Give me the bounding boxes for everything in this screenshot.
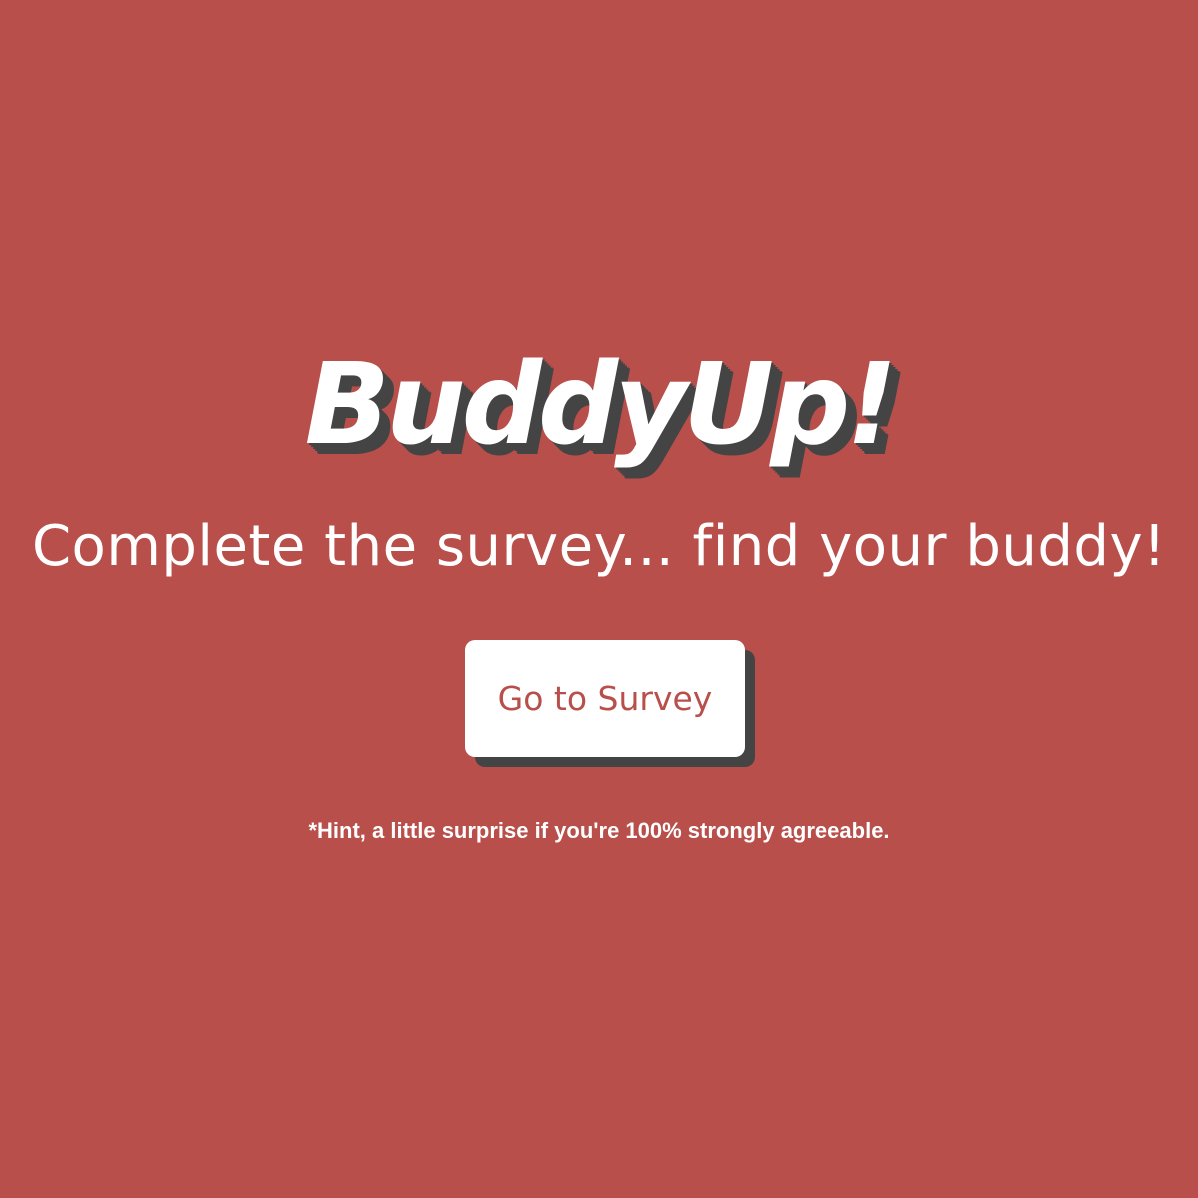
hint-text: *Hint, a little surprise if you're 100% … [308, 818, 890, 843]
landing-page: BuddyUp! Complete the survey... find you… [0, 0, 1198, 1198]
page-title: BuddyUp! [304, 340, 898, 470]
tagline: Complete the survey... find your buddy! [31, 514, 1167, 579]
go-to-survey-button[interactable]: Go to Survey [465, 640, 745, 757]
